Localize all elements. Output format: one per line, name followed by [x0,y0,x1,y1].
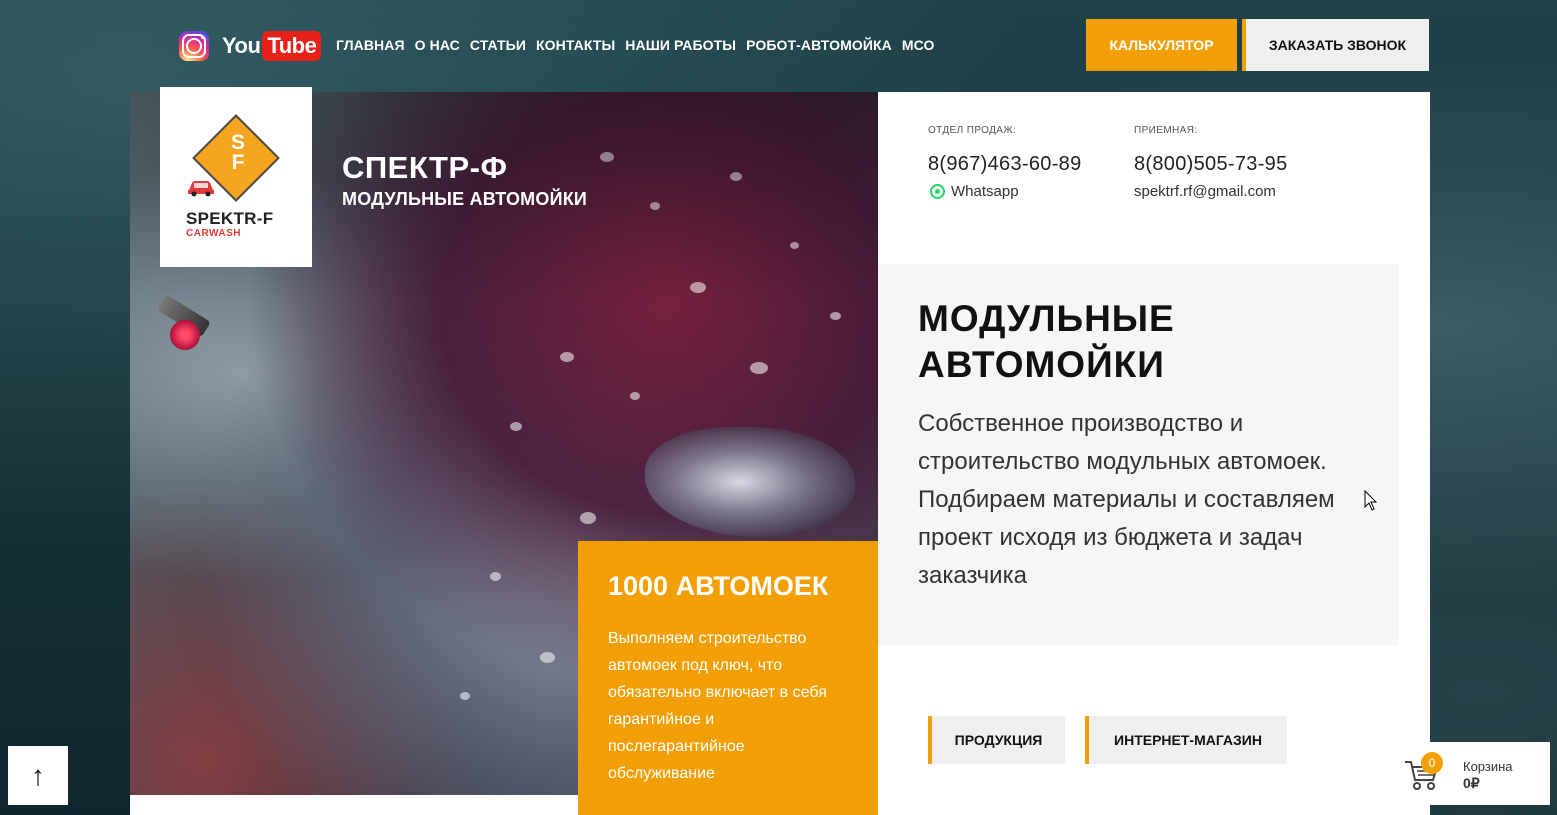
site-logo[interactable]: S F SPEKTR-F CARWASH [160,87,312,267]
whatsapp-link[interactable]: Whatsapp [930,183,1019,200]
promo-card-title: 1000 АВТОМОЕК [608,571,829,601]
cart-total: 0₽ [1463,775,1480,791]
main-nav: ГЛАВНАЯ О НАС СТАТЬИ КОНТАКТЫ НАШИ РАБОТ… [336,37,934,53]
instagram-icon[interactable] [179,31,209,61]
nav-item-robot-carwash[interactable]: РОБОТ-АВТОМОЙКА [746,37,892,53]
hero-text-box: МОДУЛЬНЫЕ АВТОМОЙКИ Собственное производ… [878,264,1399,645]
promo-card-text: Выполняем строительство автомоек под клю… [608,630,827,782]
nav-item-home[interactable]: ГЛАВНАЯ [336,37,405,53]
reception-label: ПРИЕМНАЯ: [1134,125,1198,136]
nav-item-articles[interactable]: СТАТЬИ [470,37,526,53]
brand-subtitle: МОДУЛЬНЫЕ АВТОМОЙКИ [342,189,588,209]
cart-label: Корзина [1463,759,1513,774]
calculator-button[interactable]: КАЛЬКУЛЯТОР [1086,19,1237,71]
whatsapp-icon [930,184,945,199]
youtube-icon[interactable]: You Tube [222,31,322,61]
sales-label: ОТДЕЛ ПРОДАЖ: [928,125,1017,136]
youtube-you-text: You [222,33,261,58]
site-header: You Tube ГЛАВНАЯ О НАС СТАТЬИ КОНТАКТЫ Н… [0,0,1557,90]
nav-item-about[interactable]: О НАС [415,37,460,53]
email-link[interactable]: spektrf.rf@gmail.com [1134,183,1276,200]
logo-subtitle: CARWASH [186,228,241,239]
hero-heading: МОДУЛЬНЫЕ АВТОМОЙКИ [918,298,1175,385]
car-icon [188,181,214,197]
hero-bottom-strip [130,795,578,815]
brand-title: СПЕКТР-Ф [342,150,508,185]
logo-letters: S F [230,131,245,174]
logo-name: SPEKTR-F [186,209,274,228]
online-shop-button[interactable]: ИНТЕРНЕТ-МАГАЗИН [1085,716,1287,764]
reception-phone-link[interactable]: 8(800)505-73-95 [1134,153,1288,176]
promo-card: 1000 АВТОМОЕК Выполняем строительство ав… [578,541,878,815]
hero-description: Собственное производство и строительство… [918,410,1335,589]
whatsapp-label: Whatsapp [951,183,1019,200]
nav-item-contacts[interactable]: КОНТАКТЫ [536,37,615,53]
sales-phone-link[interactable]: 8(967)463-60-89 [928,153,1082,176]
order-call-button[interactable]: ЗАКАЗАТЬ ЗВОНОК [1242,19,1429,71]
products-button[interactable]: ПРОДУКЦИЯ [928,716,1065,764]
nav-item-mso[interactable]: МСО [902,37,935,53]
arrow-up-icon: ↑ [31,759,45,791]
cart-widget[interactable]: 0 Корзина 0₽ [1391,742,1550,805]
nav-item-works[interactable]: НАШИ РАБОТЫ [625,37,736,53]
cart-count-badge: 0 [1421,752,1443,774]
scroll-to-top-button[interactable]: ↑ [8,746,68,805]
mouse-cursor-icon [1364,490,1378,511]
youtube-tube-text: Tube [262,31,322,61]
